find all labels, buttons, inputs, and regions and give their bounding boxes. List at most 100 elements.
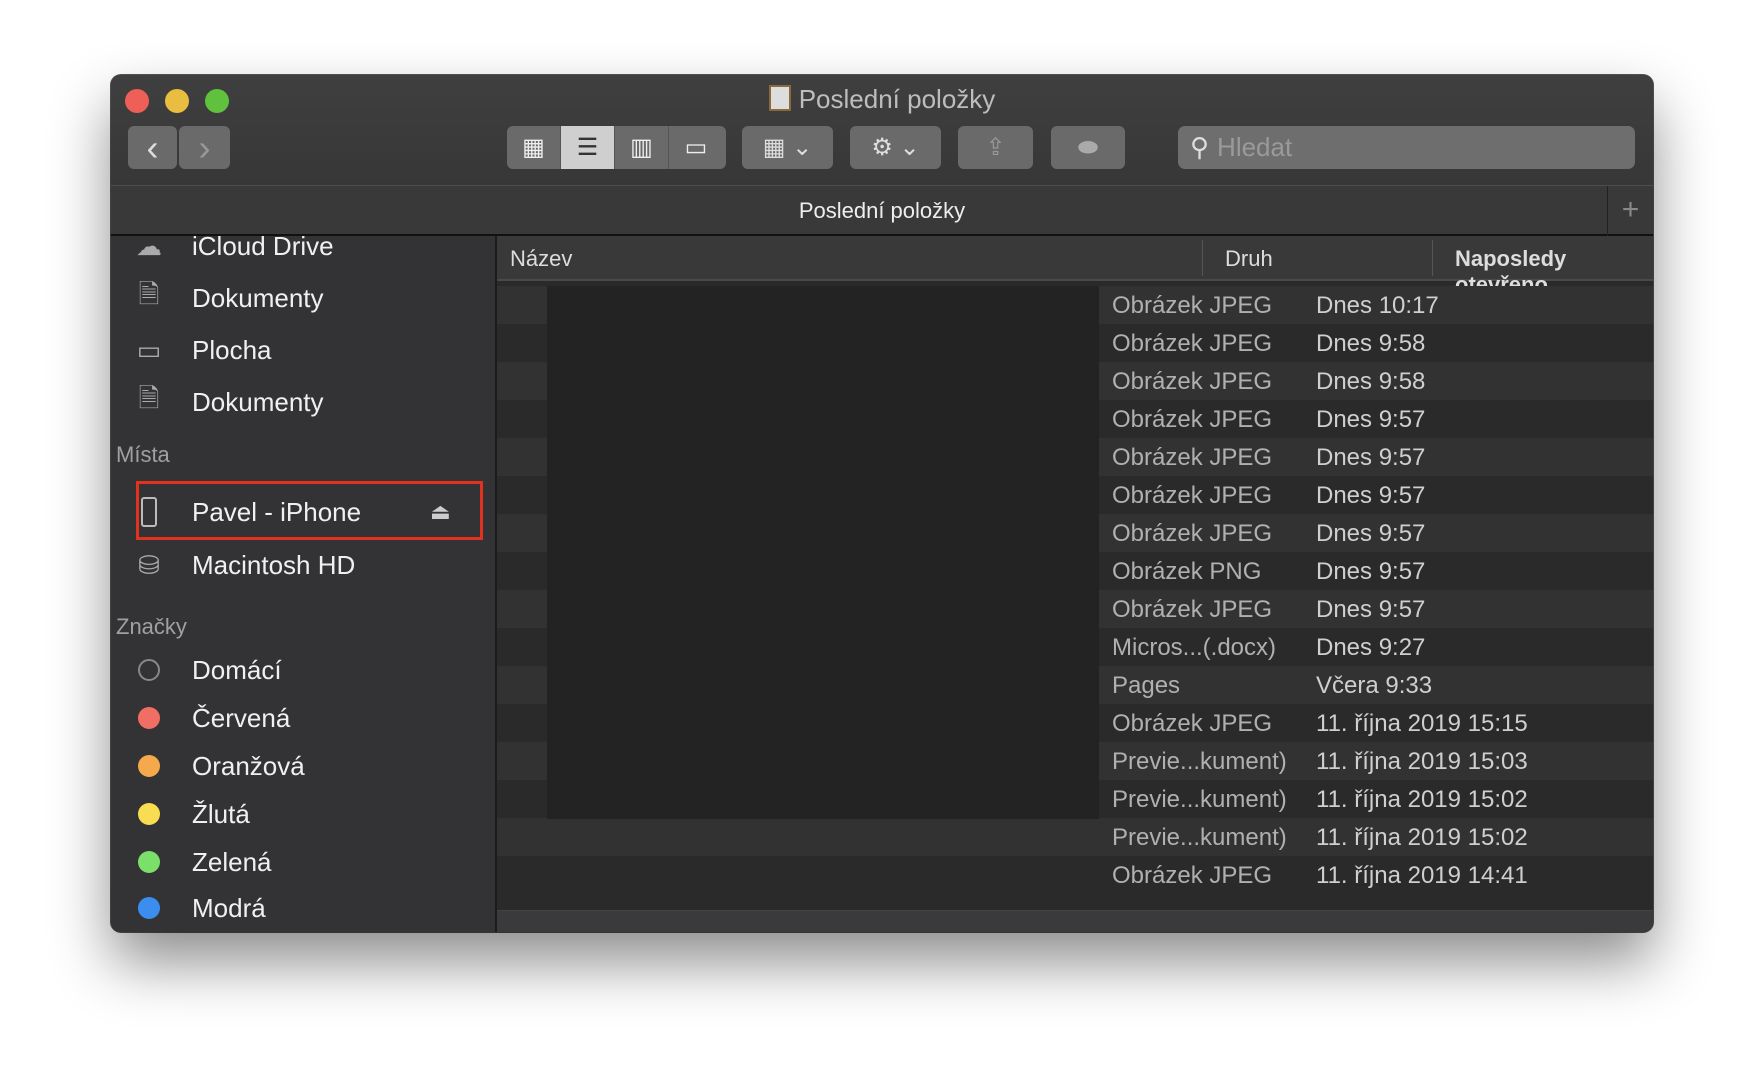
date-cell: Včera 9:33 xyxy=(1316,672,1433,699)
sidebar-item-label: Dokumenty xyxy=(192,282,324,313)
path-bar: Poslední položky + xyxy=(111,186,1653,236)
date-cell: 11. října 2019 15:15 xyxy=(1316,710,1528,737)
tags-heading: Značky xyxy=(116,614,187,639)
red-tag-icon xyxy=(133,702,165,734)
file-list: Název Druh Naposledy otevřeno ⌄ Obrázek … xyxy=(497,236,1653,932)
sidebar: ☁ iCloud Drive 🗎 Dokumenty ▭ Plocha 🗎 Dokume… xyxy=(111,236,497,932)
sidebar-item-desktop[interactable]: ▭ Plocha xyxy=(111,330,495,370)
add-tab-button[interactable]: + xyxy=(1607,186,1653,236)
sidebar-item-icloud-drive[interactable]: ☁ iCloud Drive xyxy=(111,236,495,266)
view-mode-group: ▦ ☰ ▥ ▭ xyxy=(507,126,726,169)
document-icon: 🗎 xyxy=(138,279,160,309)
sidebar-item-label: Oranžová xyxy=(192,750,305,781)
date-cell: Dnes 9:57 xyxy=(1316,596,1426,623)
kind-cell: Previe...kument) xyxy=(1112,824,1287,851)
date-cell: Dnes 10:17 xyxy=(1316,292,1439,319)
toolbar: Poslední položky ‹ › ▦ ☰ ▥ ▭ ▦ ⌄ ⚙ ⌄ ⇪ ⬬… xyxy=(111,75,1653,186)
redacted-names xyxy=(547,286,1099,819)
cloud-icon: ☁ xyxy=(136,236,162,261)
sidebar-item-macintosh-hd[interactable]: ⛁ Macintosh HD xyxy=(111,545,495,585)
date-cell: Dnes 9:57 xyxy=(1316,520,1426,547)
kind-cell: Obrázek JPEG xyxy=(1112,444,1273,471)
list-view-button[interactable]: ☰ xyxy=(561,126,615,169)
places-heading: Místa xyxy=(116,442,170,467)
sidebar-tag-domaci[interactable]: Domácí xyxy=(111,650,495,690)
sidebar-item-label: Zelená xyxy=(192,846,272,877)
orange-tag-icon xyxy=(133,750,165,782)
kind-cell: Obrázek JPEG xyxy=(1112,368,1273,395)
status-bar xyxy=(497,910,1653,932)
date-cell: 11. října 2019 15:02 xyxy=(1316,786,1528,813)
date-cell: 11. října 2019 15:03 xyxy=(1316,748,1528,775)
document-icon: 🗎 xyxy=(138,383,160,413)
column-header-kind[interactable]: Druh xyxy=(1225,246,1273,272)
gallery-view-button[interactable]: ▭ xyxy=(669,126,723,169)
sidebar-item-label: Žlutá xyxy=(192,798,250,829)
group-by-button[interactable]: ▦ ⌄ xyxy=(742,126,833,169)
date-cell: Dnes 9:27 xyxy=(1316,634,1426,661)
date-cell: Dnes 9:58 xyxy=(1316,368,1426,395)
column-header-name[interactable]: Název xyxy=(510,246,572,272)
table-row[interactable]: Obrázek JPEG 11. října 2019 14:41 xyxy=(497,856,1653,894)
search-field[interactable]: ⚲ Hledat xyxy=(1178,126,1635,169)
sidebar-item-label: Červená xyxy=(192,702,291,733)
date-cell: Dnes 9:57 xyxy=(1316,406,1426,433)
search-icon: ⚲ xyxy=(1190,132,1210,162)
kind-cell: Micros...(.docx) xyxy=(1112,634,1277,661)
tag-circle-icon xyxy=(133,654,165,686)
sidebar-tag-zelena[interactable]: Zelená xyxy=(111,842,495,882)
sidebar-tag-zluta[interactable]: Žlutá xyxy=(111,794,495,834)
kind-cell: Obrázek JPEG xyxy=(1112,596,1273,623)
sidebar-item-documents[interactable]: 🗎 Dokumenty xyxy=(111,278,495,318)
desktop-icon: ▭ xyxy=(136,334,162,365)
window-title-text: Poslední položky xyxy=(798,84,996,114)
date-cell: Dnes 9:57 xyxy=(1316,444,1426,471)
share-button[interactable]: ⇪ xyxy=(958,126,1033,169)
column-divider[interactable] xyxy=(1432,240,1433,276)
sidebar-item-label: Domácí xyxy=(192,654,282,685)
finder-window: Poslední položky ‹ › ▦ ☰ ▥ ▭ ▦ ⌄ ⚙ ⌄ ⇪ ⬬… xyxy=(111,75,1653,932)
kind-cell: Obrázek JPEG xyxy=(1112,292,1273,319)
table-header: Název Druh Naposledy otevřeno ⌄ xyxy=(497,236,1653,297)
sidebar-item-label: Modrá xyxy=(192,892,266,923)
kind-cell: Obrázek JPEG xyxy=(1112,710,1273,737)
window-title: Poslední položky xyxy=(111,84,1653,115)
sidebar-item-label: Macintosh HD xyxy=(192,549,356,580)
action-gear-button[interactable]: ⚙ ⌄ xyxy=(850,126,941,169)
table-row[interactable]: Previe...kument) 11. října 2019 15:02 xyxy=(497,818,1653,856)
back-button[interactable]: ‹ xyxy=(128,126,177,169)
highlight-box xyxy=(136,481,483,540)
kind-cell: Previe...kument) xyxy=(1112,786,1287,813)
date-cell: Dnes 9:57 xyxy=(1316,482,1426,509)
column-view-button[interactable]: ▥ xyxy=(615,126,669,169)
date-cell: 11. října 2019 15:02 xyxy=(1316,824,1528,851)
forward-button[interactable]: › xyxy=(179,126,230,169)
date-cell: Dnes 9:58 xyxy=(1316,330,1426,357)
icon-view-button[interactable]: ▦ xyxy=(507,126,561,169)
search-placeholder: Hledat xyxy=(1217,132,1293,162)
hard-drive-icon: ⛁ xyxy=(138,549,160,580)
sidebar-tag-modra[interactable]: Modrá xyxy=(111,888,495,928)
sidebar-item-label: Dokumenty xyxy=(192,386,324,417)
kind-cell: Obrázek JPEG xyxy=(1112,520,1273,547)
kind-cell: Obrázek JPEG xyxy=(1112,330,1273,357)
kind-cell: Obrázek JPEG xyxy=(1112,862,1273,889)
sidebar-tag-cervena[interactable]: Červená xyxy=(111,698,495,738)
path-title: Poslední položky xyxy=(798,198,966,223)
tag-button[interactable]: ⬬ xyxy=(1051,126,1125,169)
kind-cell: Obrázek PNG xyxy=(1112,558,1262,585)
kind-cell: Obrázek JPEG xyxy=(1112,406,1273,433)
sidebar-item-label: iCloud Drive xyxy=(192,236,334,261)
sidebar-item-documents-2[interactable]: 🗎 Dokumenty xyxy=(111,382,495,422)
column-divider[interactable] xyxy=(1202,240,1203,276)
yellow-tag-icon xyxy=(133,798,165,830)
kind-cell: Pages xyxy=(1112,672,1181,699)
date-cell: 11. října 2019 14:41 xyxy=(1316,862,1528,889)
blue-tag-icon xyxy=(133,892,165,924)
recents-icon xyxy=(768,85,791,111)
sidebar-tag-oranzova[interactable]: Oranžová xyxy=(111,746,495,786)
date-cell: Dnes 9:57 xyxy=(1316,558,1426,585)
green-tag-icon xyxy=(133,846,165,878)
kind-cell: Previe...kument) xyxy=(1112,748,1287,775)
kind-cell: Obrázek JPEG xyxy=(1112,482,1273,509)
